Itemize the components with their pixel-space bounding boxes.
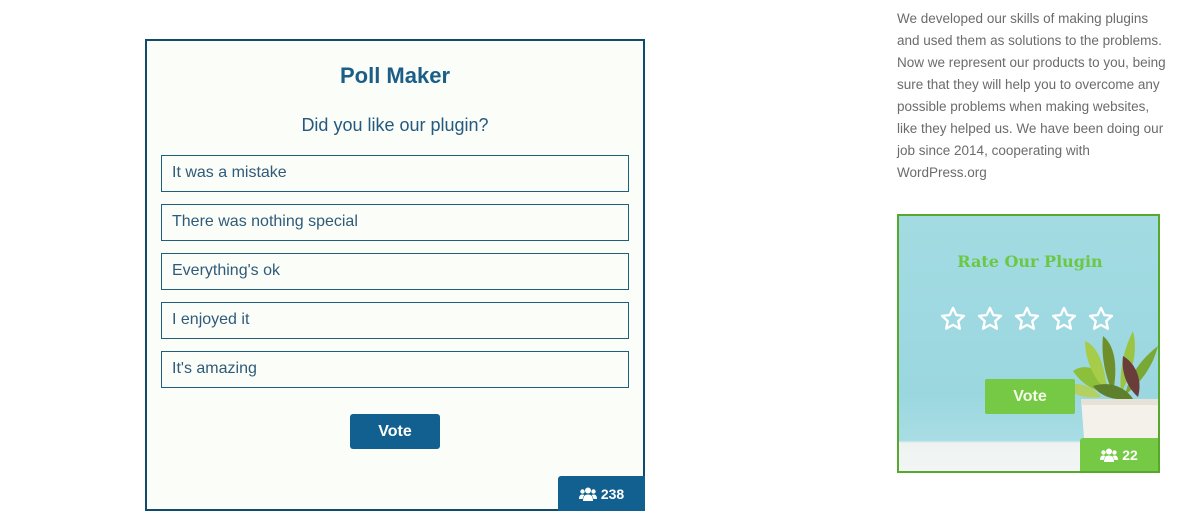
- poll-answer-option[interactable]: It's amazing: [161, 351, 629, 388]
- star-icon[interactable]: [1087, 305, 1115, 333]
- poll-question: Did you like our plugin?: [301, 115, 489, 135]
- poll-answer-option[interactable]: Everything's ok: [161, 253, 629, 290]
- poll-voters-count-badge: 238: [558, 476, 645, 511]
- rating-widget: Rate Our Plugin Vote 22: [897, 214, 1160, 473]
- about-text: We developed our skills of making plugin…: [897, 11, 1166, 180]
- rating-voters-count: 22: [1122, 446, 1138, 463]
- rating-vote-button[interactable]: Vote: [985, 379, 1075, 414]
- poll-answer-option[interactable]: There was nothing special: [161, 204, 629, 241]
- star-icon[interactable]: [1050, 305, 1078, 333]
- poll-vote-button[interactable]: Vote: [350, 414, 440, 449]
- users-icon: [578, 487, 597, 501]
- poll-answer-option[interactable]: It was a mistake: [161, 155, 629, 192]
- star-icon[interactable]: [1013, 305, 1041, 333]
- poll-answer-option[interactable]: I enjoyed it: [161, 302, 629, 339]
- star-rating: [939, 305, 1115, 333]
- poll-title: Poll Maker: [339, 63, 451, 88]
- users-icon: [1100, 448, 1119, 462]
- rating-voters-count-badge: 22: [1080, 438, 1158, 471]
- star-icon[interactable]: [976, 305, 1004, 333]
- rating-title: Rate Our Plugin: [957, 252, 1103, 271]
- poll-voters-count: 238: [600, 485, 625, 502]
- star-icon[interactable]: [939, 305, 967, 333]
- poll-widget: Poll Maker Did you like our plugin? It w…: [145, 39, 645, 511]
